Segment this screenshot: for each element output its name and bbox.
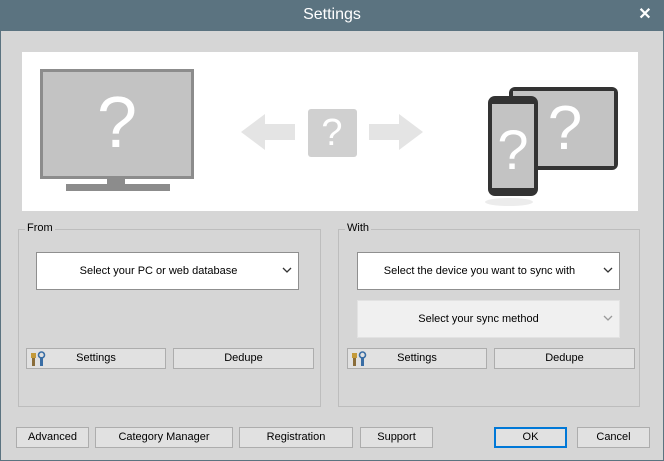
- with-dedupe-button[interactable]: Dedupe: [494, 348, 635, 369]
- question-tile-icon: ?: [308, 109, 357, 157]
- chevron-down-icon: [603, 267, 613, 273]
- dialog-body: ? ? ? ? From Select your PC or web datab…: [1, 31, 663, 460]
- with-dedupe-label: Dedupe: [545, 352, 584, 364]
- with-settings-label: Settings: [397, 352, 437, 364]
- tools-icon: [31, 351, 46, 366]
- tools-icon: [352, 351, 367, 366]
- sync-method-value: Select your sync method: [418, 313, 539, 325]
- support-button[interactable]: Support: [360, 427, 433, 448]
- arrow-right-icon: [369, 114, 423, 150]
- category-manager-button[interactable]: Category Manager: [95, 427, 233, 448]
- arrow-left-icon: [241, 114, 295, 150]
- with-settings-button[interactable]: Settings: [347, 348, 487, 369]
- close-icon[interactable]: ✕: [634, 4, 656, 26]
- phone-unknown-glyph: ?: [497, 118, 528, 181]
- cancel-button[interactable]: Cancel: [577, 427, 650, 448]
- source-select[interactable]: Select your PC or web database: [36, 252, 299, 290]
- source-select-value: Select your PC or web database: [79, 265, 238, 277]
- advanced-button[interactable]: Advanced: [16, 427, 89, 448]
- pc-monitor-icon: ?: [40, 69, 194, 191]
- from-label: From: [25, 222, 55, 234]
- with-label: With: [345, 222, 371, 234]
- window-title: Settings: [303, 6, 361, 23]
- from-settings-label: Settings: [76, 352, 116, 364]
- pc-unknown-glyph: ?: [97, 83, 137, 163]
- chevron-down-icon: [603, 315, 613, 321]
- device-select[interactable]: Select the device you want to sync with: [357, 252, 620, 290]
- tablet-unknown-glyph: ?: [548, 94, 582, 163]
- title-bar: Settings ✕: [0, 0, 664, 31]
- from-settings-button[interactable]: Settings: [26, 348, 166, 369]
- phone-icon: ?: [485, 96, 538, 206]
- device-select-value: Select the device you want to sync with: [383, 265, 576, 277]
- from-dedupe-button[interactable]: Dedupe: [173, 348, 314, 369]
- center-unknown-glyph: ?: [321, 112, 342, 154]
- registration-button[interactable]: Registration: [239, 427, 353, 448]
- sync-method-select[interactable]: Select your sync method: [357, 300, 620, 338]
- sync-illustration: ? ? ? ?: [22, 52, 638, 211]
- ok-button[interactable]: OK: [494, 427, 567, 448]
- from-dedupe-label: Dedupe: [224, 352, 263, 364]
- chevron-down-icon: [282, 267, 292, 273]
